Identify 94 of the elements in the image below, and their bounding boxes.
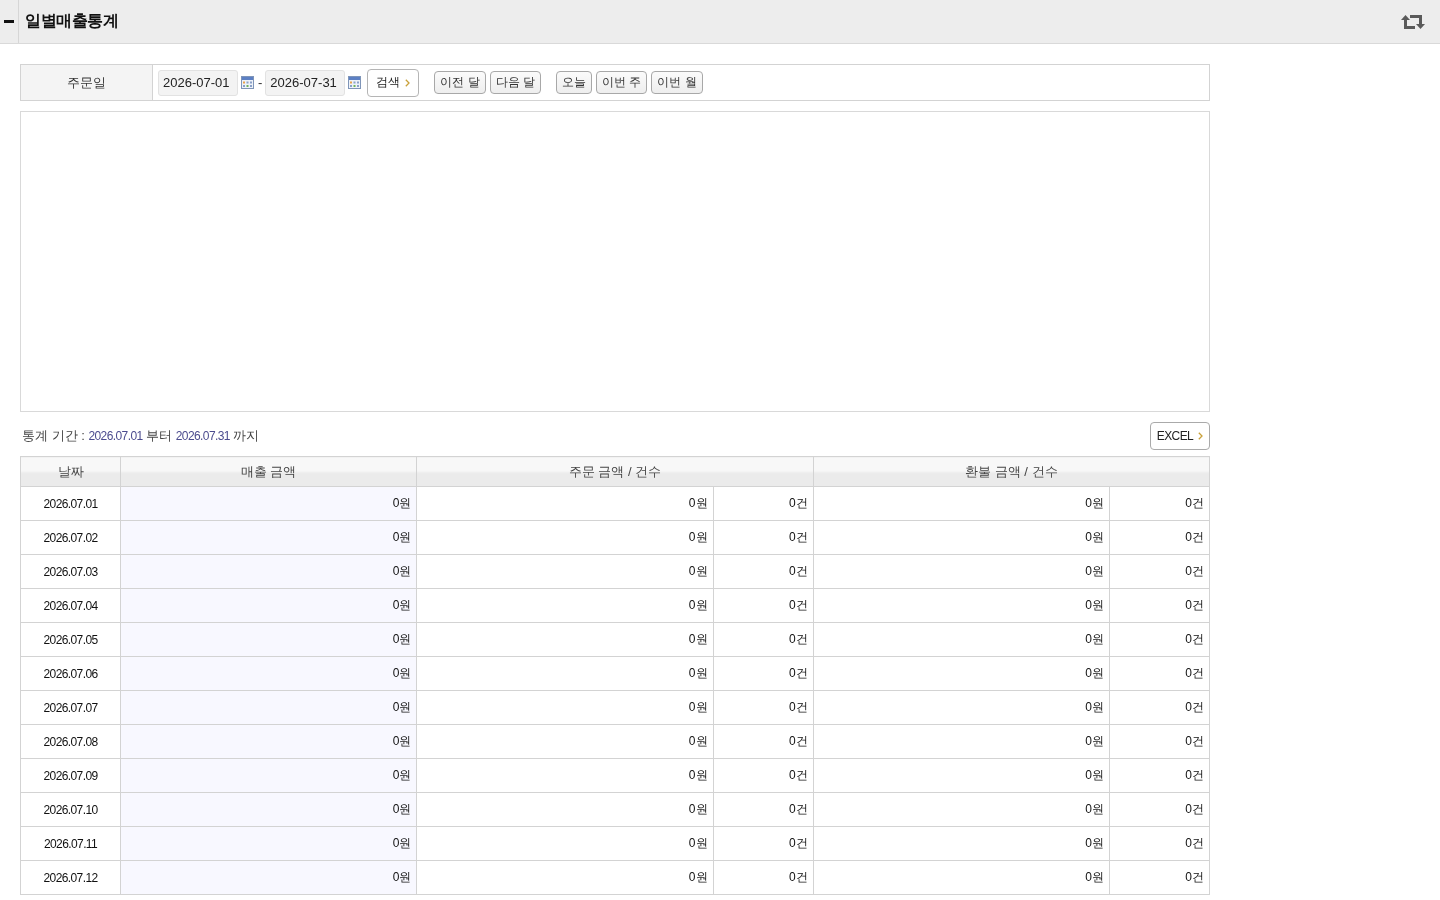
- count-cell: 0건: [1109, 656, 1210, 691]
- count-cell: 0건: [1109, 826, 1210, 861]
- count-cell: 0건: [713, 622, 814, 657]
- amount-cell: 0원: [120, 826, 417, 861]
- count-cell: 0건: [1109, 554, 1210, 589]
- count-cell: 0건: [713, 486, 814, 521]
- amount-cell: 0원: [813, 554, 1110, 589]
- amount-cell: 0원: [416, 792, 714, 827]
- amount-cell: 0원: [813, 622, 1110, 657]
- amount-cell: 0원: [813, 826, 1110, 861]
- refresh-icon[interactable]: [1401, 13, 1425, 30]
- chevron-right-icon: [405, 78, 411, 87]
- amount-cell: 0원: [813, 792, 1110, 827]
- amount-cell: 0원: [813, 588, 1110, 623]
- search-button[interactable]: 검색: [367, 68, 420, 97]
- count-cell: 0건: [1109, 792, 1210, 827]
- excel-download-button[interactable]: EXCEL: [1150, 422, 1210, 450]
- date-cell: 2026.07.01: [20, 486, 121, 521]
- page-title: 일별매출통계: [25, 11, 118, 31]
- date-preset-button[interactable]: 오늘: [556, 71, 593, 94]
- amount-cell: 0원: [416, 724, 714, 759]
- amount-cell: 0원: [120, 622, 417, 657]
- amount-cell: 0원: [813, 690, 1110, 725]
- amount-cell: 0원: [813, 860, 1110, 895]
- amount-cell: 0원: [120, 724, 417, 759]
- date-cell: 2026.07.07: [20, 690, 121, 725]
- amount-cell: 0원: [416, 486, 714, 521]
- count-cell: 0건: [713, 826, 814, 861]
- amount-cell: 0원: [416, 554, 714, 589]
- count-cell: 0건: [713, 792, 814, 827]
- amount-cell: 0원: [416, 588, 714, 623]
- date-cell: 2026.07.04: [20, 588, 121, 623]
- count-cell: 0건: [1109, 758, 1210, 793]
- column-header: 매출 금액: [120, 456, 417, 487]
- amount-cell: 0원: [120, 554, 417, 589]
- amount-cell: 0원: [813, 758, 1110, 793]
- column-header: 날짜: [20, 456, 121, 487]
- date-cell: 2026.07.03: [20, 554, 121, 589]
- amount-cell: 0원: [120, 758, 417, 793]
- amount-cell: 0원: [416, 690, 714, 725]
- date-preset-button[interactable]: 이번 월: [651, 71, 703, 94]
- date-input-field[interactable]: 2026-07-31: [265, 69, 346, 96]
- amount-cell: 0원: [416, 656, 714, 691]
- date-cell: 2026.07.11: [20, 826, 121, 861]
- count-cell: 0건: [713, 860, 814, 895]
- amount-cell: 0원: [120, 656, 417, 691]
- column-header: 주문 금액 / 건수: [416, 456, 814, 487]
- count-cell: 0건: [713, 724, 814, 759]
- amount-cell: 0원: [813, 486, 1110, 521]
- count-cell: 0건: [1109, 860, 1210, 895]
- month-nav-button[interactable]: 이전 달: [434, 71, 486, 94]
- date-cell: 2026.07.09: [20, 758, 121, 793]
- amount-cell: 0원: [120, 520, 417, 555]
- date-input-field[interactable]: 2026-07-01: [158, 69, 238, 96]
- amount-cell: 0원: [416, 520, 714, 555]
- amount-cell: 0원: [416, 758, 714, 793]
- count-cell: 0건: [1109, 486, 1210, 521]
- date-cell: 2026.07.08: [20, 724, 121, 759]
- date-cell: 2026.07.02: [20, 520, 121, 555]
- amount-cell: 0원: [813, 520, 1110, 555]
- calendar-icon[interactable]: [348, 76, 362, 89]
- count-cell: 0건: [713, 690, 814, 725]
- amount-cell: 0원: [416, 622, 714, 657]
- amount-cell: 0원: [120, 860, 417, 895]
- chevron-right-icon: [1198, 432, 1204, 440]
- month-nav-button[interactable]: 다음 달: [489, 71, 542, 94]
- date-preset-button[interactable]: 이번 주: [596, 71, 648, 94]
- amount-cell: 0원: [120, 486, 417, 521]
- amount-cell: 0원: [120, 690, 417, 725]
- count-cell: 0건: [713, 520, 814, 555]
- count-cell: 0건: [1109, 588, 1210, 623]
- date-cell: 2026.07.10: [20, 792, 121, 827]
- amount-cell: 0원: [120, 588, 417, 623]
- range-separator: -: [258, 75, 263, 90]
- amount-cell: 0원: [813, 724, 1110, 759]
- calendar-icon[interactable]: [241, 76, 254, 89]
- amount-cell: 0원: [416, 826, 714, 861]
- date-cell: 2026.07.12: [20, 860, 121, 895]
- count-cell: 0건: [713, 588, 814, 623]
- count-cell: 0건: [1109, 724, 1210, 759]
- amount-cell: 0원: [813, 656, 1110, 691]
- column-header: 환불 금액 / 건수: [813, 456, 1210, 487]
- date-cell: 2026.07.06: [20, 656, 121, 691]
- count-cell: 0건: [713, 554, 814, 589]
- count-cell: 0건: [1109, 622, 1210, 657]
- count-cell: 0건: [1109, 690, 1210, 725]
- stats-period-text: 통계 기간 : 2026.07.01 부터 2026.07.31 까지: [22, 427, 260, 445]
- date-cell: 2026.07.05: [20, 622, 121, 657]
- count-cell: 0건: [713, 656, 814, 691]
- count-cell: 0건: [1109, 520, 1210, 555]
- amount-cell: 0원: [120, 792, 417, 827]
- count-cell: 0건: [713, 758, 814, 793]
- amount-cell: 0원: [416, 860, 714, 895]
- field-label: 주문일: [21, 65, 153, 100]
